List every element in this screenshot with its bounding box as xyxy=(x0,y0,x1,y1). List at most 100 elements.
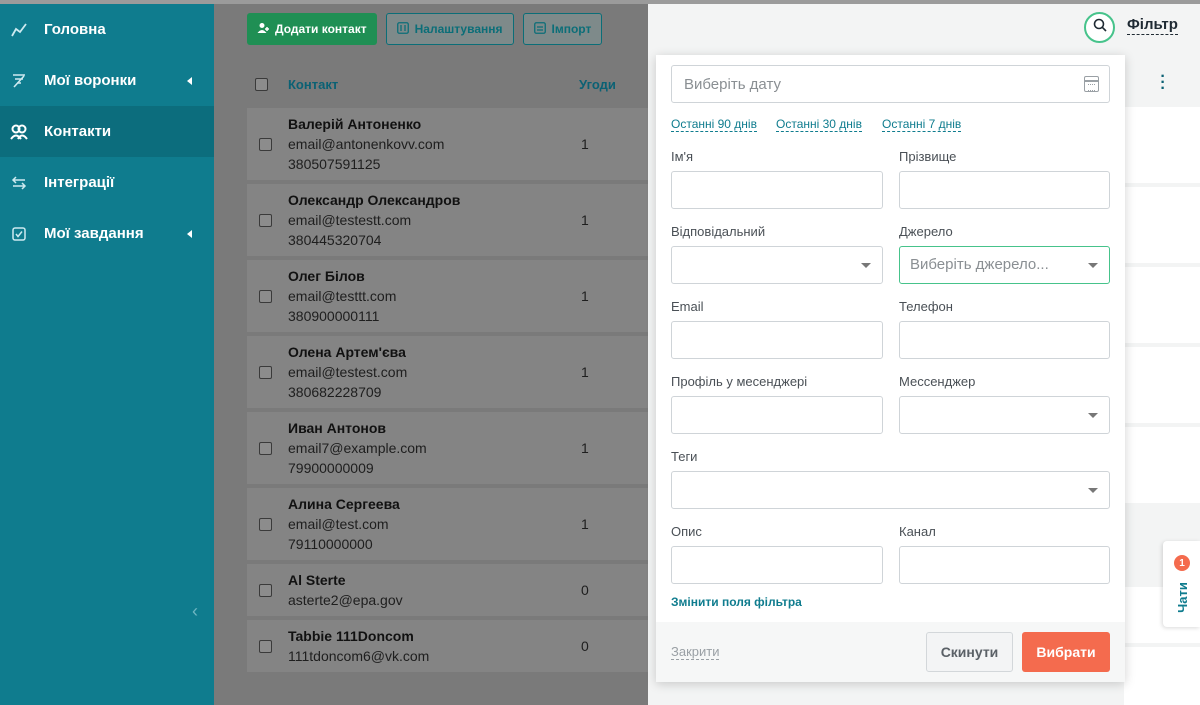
table-row[interactable]: Иван Антонов email7@example.com 79900000… xyxy=(247,412,667,484)
sidebar-item-home[interactable]: Головна xyxy=(0,4,214,55)
quick-range-30[interactable]: Останні 30 днів xyxy=(776,117,862,132)
list-item xyxy=(1124,347,1200,423)
deals-count: 1 xyxy=(581,136,589,152)
date-picker-input[interactable]: Виберіть дату xyxy=(671,65,1110,103)
sidebar-item-label: Головна xyxy=(44,21,106,38)
apply-button[interactable]: Вибрати xyxy=(1022,632,1110,672)
sidebar-item-tasks[interactable]: Мої завдання xyxy=(0,208,214,259)
sidebar-item-integrations[interactable]: Інтеграції xyxy=(0,157,214,208)
contact-email: email7@example.com xyxy=(288,440,427,456)
sidebar: Головна Мої воронки Контакти Інтеграції … xyxy=(0,4,214,705)
contact-name[interactable]: Олег Білов xyxy=(288,266,396,286)
row-checkbox[interactable] xyxy=(259,441,272,455)
deals-count: 0 xyxy=(581,638,589,654)
table-row[interactable]: Олена Артем'єва email@testest.com 380682… xyxy=(247,336,667,408)
column-header-contact[interactable]: Контакт xyxy=(288,77,338,92)
contact-phone: 380682228709 xyxy=(288,384,382,400)
messenger-label: Мессенджер xyxy=(899,374,976,389)
funnel-icon xyxy=(10,72,28,90)
table-row[interactable]: Алина Сергеева email@test.com 7911000000… xyxy=(247,488,667,560)
responsible-select[interactable] xyxy=(671,246,883,284)
messenger-profile-input[interactable] xyxy=(671,396,883,434)
quick-range-7[interactable]: Останні 7 днів xyxy=(882,117,962,132)
sidebar-item-label: Мої завдання xyxy=(44,225,144,242)
last-name-input[interactable] xyxy=(899,171,1110,209)
add-user-icon xyxy=(257,22,269,37)
contact-email: asterte2@epa.gov xyxy=(288,592,403,608)
sidebar-collapse-icon[interactable]: ‹ xyxy=(192,602,204,620)
row-checkbox[interactable] xyxy=(259,365,272,379)
deals-count: 1 xyxy=(581,364,589,380)
first-name-input[interactable] xyxy=(671,171,883,209)
chats-badge: 1 xyxy=(1174,555,1190,571)
chevron-down-icon xyxy=(1088,263,1098,268)
description-input[interactable] xyxy=(671,546,883,584)
row-checkbox[interactable] xyxy=(259,289,272,303)
chevron-down-icon xyxy=(861,263,871,268)
filter-panel: Виберіть дату Останні 90 днів Останні 30… xyxy=(656,55,1125,682)
add-contact-label: Додати контакт xyxy=(275,22,367,36)
settings-label: Налаштування xyxy=(414,22,503,36)
phone-label: Телефон xyxy=(899,299,953,314)
calendar-icon[interactable] xyxy=(1084,76,1099,92)
contact-phone: 79110000000 xyxy=(288,536,373,552)
row-checkbox[interactable] xyxy=(259,639,272,653)
table-row[interactable]: Олександр Олександров email@testestt.com… xyxy=(247,184,667,256)
row-checkbox[interactable] xyxy=(259,583,272,597)
source-select[interactable]: Виберіть джерело... xyxy=(899,246,1110,284)
channel-input[interactable] xyxy=(899,546,1110,584)
row-checkbox[interactable] xyxy=(259,517,272,531)
column-header-deals[interactable]: Угоди xyxy=(579,77,616,92)
close-filter-link[interactable]: Закрити xyxy=(671,644,720,660)
table-row[interactable]: Олег Білов email@testtt.com 380900000111… xyxy=(247,260,667,332)
import-button[interactable]: Імпорт xyxy=(522,13,603,45)
row-checkbox[interactable] xyxy=(259,137,272,151)
phone-field[interactable] xyxy=(899,321,1110,359)
checkbox-icon xyxy=(10,225,28,243)
exchange-icon xyxy=(10,174,28,192)
source-placeholder: Виберіть джерело... xyxy=(910,256,1049,273)
messenger-profile-label: Профіль у месенджері xyxy=(671,374,808,389)
table-row[interactable]: Al Sterte asterte2@epa.gov 0 xyxy=(247,564,667,616)
tags-select[interactable] xyxy=(671,471,1110,509)
quick-range-90[interactable]: Останні 90 днів xyxy=(671,117,757,132)
import-label: Імпорт xyxy=(551,22,592,36)
email-label: Email xyxy=(671,299,704,314)
messenger-select[interactable] xyxy=(899,396,1110,434)
search-button[interactable] xyxy=(1084,12,1115,43)
contact-name[interactable]: Валерій Антоненко xyxy=(288,114,444,134)
chats-tab[interactable]: 1 Чати xyxy=(1163,541,1200,627)
table-header: Контакт Угоди xyxy=(247,70,667,98)
chevron-left-icon xyxy=(187,76,192,85)
add-contact-button[interactable]: Додати контакт xyxy=(247,13,377,45)
list-item xyxy=(1124,427,1200,503)
contact-name[interactable]: Олександр Олександров xyxy=(288,190,460,210)
filter-toggle[interactable]: Фільтр xyxy=(1127,16,1178,35)
contact-name[interactable]: Алина Сергеева xyxy=(288,494,400,514)
chevron-down-icon xyxy=(1088,413,1098,418)
list-item xyxy=(1124,107,1200,183)
contact-phone: 380445320704 xyxy=(288,232,382,248)
contact-name[interactable]: Al Sterte xyxy=(288,570,403,590)
table-row[interactable]: Валерій Антоненко email@antonenkovv.com … xyxy=(247,108,667,180)
contact-phone: 380900000111 xyxy=(288,308,380,324)
deals-count: 1 xyxy=(581,212,589,228)
settings-button[interactable]: Налаштування xyxy=(385,13,514,45)
contact-name[interactable]: Tabbie 111Doncom xyxy=(288,626,429,646)
more-vertical-icon[interactable]: · · · xyxy=(1160,69,1166,97)
row-checkbox[interactable] xyxy=(259,213,272,227)
toolbar: Додати контакт Налаштування Імпорт xyxy=(247,13,603,45)
contact-name[interactable]: Иван Антонов xyxy=(288,418,427,438)
sidebar-item-funnels[interactable]: Мої воронки xyxy=(0,55,214,106)
sidebar-item-contacts[interactable]: Контакти xyxy=(0,106,214,157)
contact-name[interactable]: Олена Артем'єва xyxy=(288,342,407,362)
source-label: Джерело xyxy=(899,224,953,239)
select-all-checkbox[interactable] xyxy=(255,77,268,91)
table-row[interactable]: Tabbie 111Doncom 111tdoncom6@vk.com 0 xyxy=(247,620,667,672)
reset-button[interactable]: Скинути xyxy=(926,632,1013,672)
email-field[interactable] xyxy=(671,321,883,359)
list-item xyxy=(1124,267,1200,343)
sidebar-item-label: Мої воронки xyxy=(44,72,137,89)
change-filter-fields-link[interactable]: Змінити поля фільтра xyxy=(671,595,802,609)
first-name-label: Ім'я xyxy=(671,149,694,164)
